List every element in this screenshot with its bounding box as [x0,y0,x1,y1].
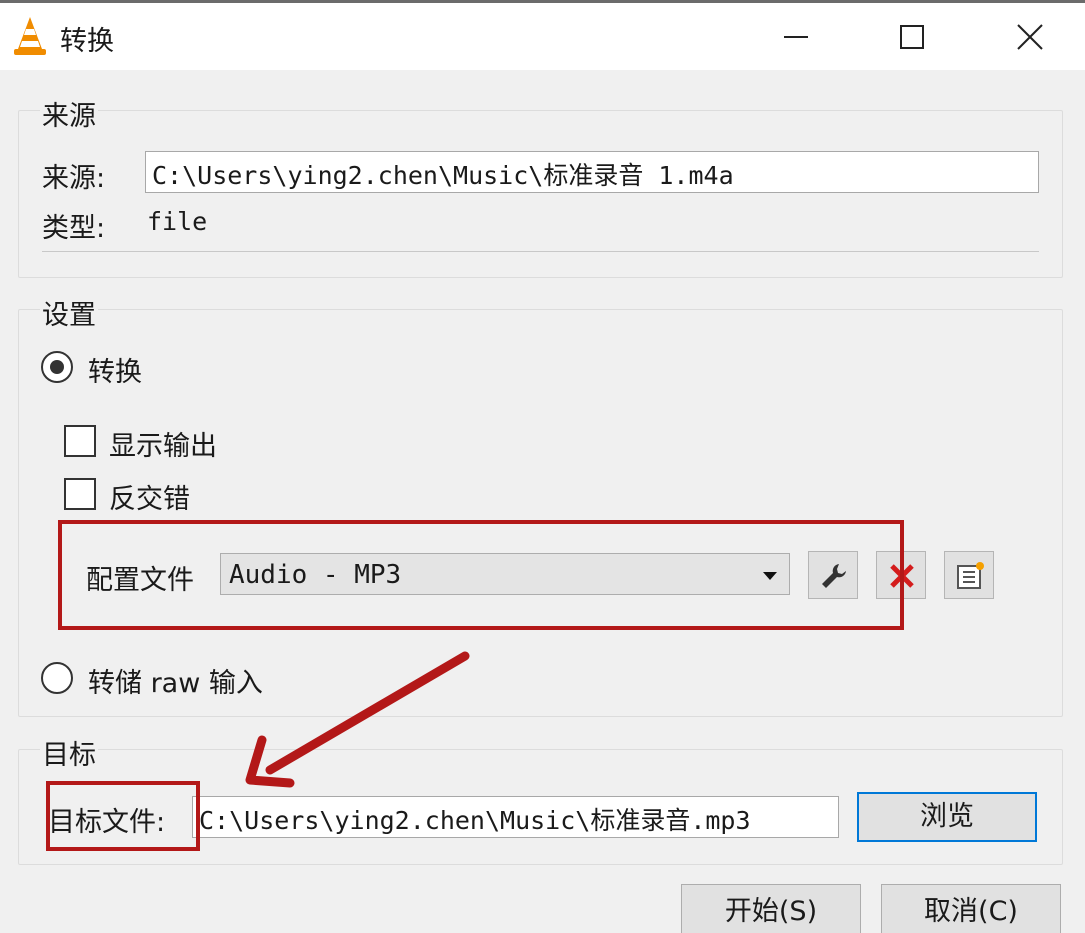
source-path-field[interactable]: C:\Users\ying2.chen\Music\标准录音 1.m4a [145,151,1039,193]
browse-button[interactable]: 浏览 [857,792,1037,842]
title-bar: 转换 [0,0,1085,70]
destination-highlight-box [46,781,200,851]
profile-highlight-box [58,520,904,630]
type-label: 类型: [42,213,106,244]
convert-radio-label: 转换 [88,357,142,388]
radio-selected-dot [50,360,64,374]
start-button[interactable]: 开始(S) [681,884,861,933]
destination-group-label: 目标 [40,733,98,772]
deinterlace-checkbox[interactable] [64,478,96,510]
new-profile-button[interactable] [944,551,994,599]
source-label: 来源: [42,163,106,194]
show-output-label: 显示输出 [109,431,217,462]
close-icon [1017,24,1043,50]
convert-dialog: 转换 来源 来源: C:\Users\ying2.chen\Music\标准录音… [0,0,1085,933]
type-value: file [147,207,208,236]
source-group [18,110,1063,278]
source-separator [42,251,1039,252]
vlc-cone-icon [14,17,46,55]
dump-raw-radio[interactable] [41,662,73,694]
window-title: 转换 [60,26,114,57]
convert-radio[interactable] [41,351,73,383]
minimize-icon [784,36,808,38]
maximize-icon [900,25,924,49]
destination-path-field[interactable]: C:\Users\ying2.chen\Music\标准录音.mp3 [192,796,839,838]
dump-raw-label: 转储 raw 输入 [88,668,263,699]
show-output-checkbox[interactable] [64,425,96,457]
cancel-button[interactable]: 取消(C) [881,884,1061,933]
minimize-button[interactable] [756,3,836,71]
close-button[interactable] [990,3,1070,71]
new-profile-list-icon [957,562,984,589]
maximize-button[interactable] [872,3,952,71]
deinterlace-label: 反交错 [109,484,190,515]
source-group-label: 来源 [40,94,98,133]
settings-group-label: 设置 [40,293,98,332]
